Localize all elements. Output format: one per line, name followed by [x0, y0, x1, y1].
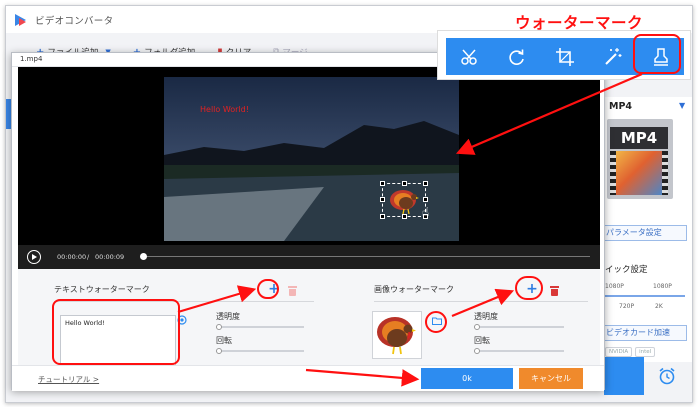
quality-slider-track[interactable] [605, 295, 685, 297]
stamp-tool-highlight [633, 34, 681, 74]
playback-controls: 00:00:00 / 00:00:09 [18, 245, 600, 269]
text-input-highlight [52, 299, 180, 365]
film-strip-icon [610, 151, 668, 195]
crop-icon[interactable] [554, 46, 576, 68]
image-rotation-label: 回転 [474, 336, 490, 345]
alarm-clock-icon[interactable] [657, 366, 677, 386]
image-opacity-knob[interactable] [474, 324, 480, 330]
parameter-settings-button[interactable]: パラメータ設定 [603, 225, 687, 241]
delete-image-watermark-icon[interactable] [550, 286, 559, 296]
rotate-icon[interactable] [506, 46, 528, 68]
hand-cursor-icon: ☝ [422, 205, 430, 219]
image-rotation-slider[interactable] [474, 350, 564, 352]
text-rotation-slider[interactable] [216, 350, 304, 352]
quick-settings-label: イック設定 [605, 265, 648, 275]
total-time: 00:00:09 [95, 253, 125, 261]
cancel-button[interactable]: キャンセル [519, 368, 583, 389]
video-preview-area: Hello World! ☝ [18, 67, 600, 245]
image-watermark-title: 画像ウォーターマーク [374, 285, 454, 294]
mp4-format-icon[interactable]: MP4 [607, 119, 673, 199]
seek-bar[interactable] [144, 256, 590, 257]
text-rotation-label: 回転 [216, 336, 232, 345]
quality-tick-top: 1080P [653, 283, 672, 290]
watermark-image-thumbnail[interactable] [372, 311, 422, 359]
text-opacity-slider[interactable] [216, 326, 304, 328]
ok-button[interactable]: 0k [421, 368, 513, 389]
seek-handle[interactable] [140, 253, 147, 260]
text-rotation-knob[interactable] [216, 348, 222, 354]
convert-button[interactable] [604, 357, 644, 395]
app-title: ビデオコンバータ [35, 15, 114, 27]
gpu-badges: NVIDIA intel [605, 347, 656, 357]
play-button[interactable] [27, 250, 41, 264]
magic-wand-icon[interactable] [602, 46, 624, 68]
app-logo-icon [15, 13, 29, 27]
nvidia-badge: NVIDIA [605, 347, 633, 357]
output-format-label: MP4 [609, 101, 633, 112]
scissors-icon[interactable] [459, 46, 481, 68]
intel-badge: intel [635, 347, 656, 357]
quality-tick-bottom: 720P [619, 303, 635, 310]
quality-slider[interactable]: 1080P 1080P 720P 2K [605, 279, 685, 319]
add-image-highlight [515, 276, 543, 300]
image-watermark-preview[interactable] [380, 181, 428, 219]
text-opacity-knob[interactable] [216, 324, 222, 330]
format-dropdown-icon[interactable]: ▼ [679, 101, 685, 110]
delete-text-watermark-icon[interactable] [288, 286, 297, 296]
tutorial-link[interactable]: チュートリアル > [38, 374, 99, 385]
turkey-icon [390, 190, 419, 215]
text-opacity-label: 透明度 [216, 312, 240, 321]
text-watermark-title: テキストウォーターマーク [54, 285, 150, 294]
add-text-highlight [257, 279, 279, 299]
time-separator: / [87, 253, 90, 261]
output-panel: MP4 ▼ MP4 パラメータ設定 イック設定 1080P 1080P 720P… [598, 97, 692, 362]
folder-highlight [425, 311, 447, 333]
current-time: 00:00:00 [57, 253, 87, 261]
format-icon-label: MP4 [610, 127, 668, 149]
turkey-icon [377, 317, 416, 355]
image-opacity-label: 透明度 [474, 312, 498, 321]
image-opacity-slider[interactable] [474, 326, 564, 328]
section-divider [374, 301, 588, 302]
quality-tick-top: 1080P [605, 283, 624, 290]
image-rotation-knob[interactable] [474, 348, 480, 354]
video-frame[interactable]: Hello World! ☝ [164, 77, 459, 241]
watermark-callout-title: ウォーターマーク [515, 14, 644, 32]
gpu-acceleration-button[interactable]: ビデオカード加速 [603, 325, 687, 341]
quality-tick-bottom: 2K [655, 303, 663, 310]
text-watermark-preview[interactable]: Hello World! [200, 105, 249, 114]
dialog-footer: チュートリアル > 0k キャンセル [12, 365, 604, 391]
